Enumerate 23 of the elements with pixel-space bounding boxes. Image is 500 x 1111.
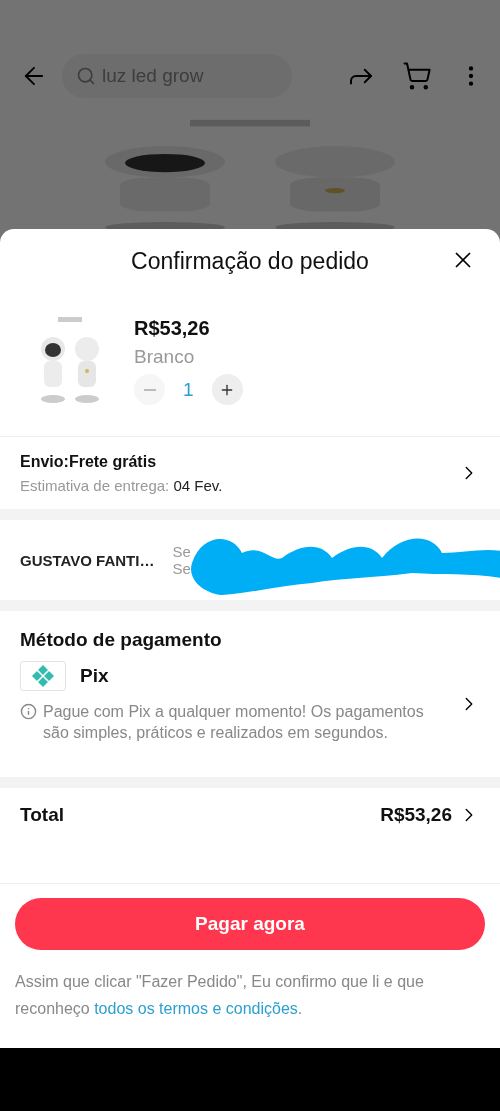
recipient-name: GUSTAVO FANTI… (20, 551, 155, 569)
cart-icon[interactable] (402, 61, 432, 91)
address-line: Se (172, 543, 192, 560)
pix-logo-icon (20, 661, 66, 691)
shipping-title: Envio:Frete grátis (20, 452, 158, 471)
minus-icon (143, 388, 156, 391)
pay-now-button[interactable]: Pagar agora (15, 898, 485, 950)
address-line: Se (172, 560, 192, 577)
quantity-value: 1 (183, 378, 194, 401)
search-icon (76, 66, 96, 86)
delivery-estimate: Estimativa de entrega: 04 Fev. (20, 476, 224, 494)
total-label: Total (20, 804, 64, 826)
total-value: R$53,26 (380, 804, 452, 826)
payment-method: Pix (80, 665, 109, 687)
sheet-title: Confirmação do pedido (131, 247, 369, 275)
product-price: R$53,26 (134, 317, 211, 340)
terms-notice: Assim que clicar "Fazer Pedido", Eu confirmo que li e que reconheço todos os termos e condições. (15, 972, 425, 1019)
increase-button[interactable] (211, 374, 243, 405)
info-icon (20, 703, 37, 720)
terms-link[interactable]: todos os termos e condições (94, 1000, 298, 1017)
product-variant: Branco (134, 346, 196, 368)
payment-heading: Método de pagamento (20, 629, 223, 651)
payment-note: Pague com Pix a qualquer momento! Os pagamentos são simples, práticos e realizados em segundos. (43, 702, 425, 743)
